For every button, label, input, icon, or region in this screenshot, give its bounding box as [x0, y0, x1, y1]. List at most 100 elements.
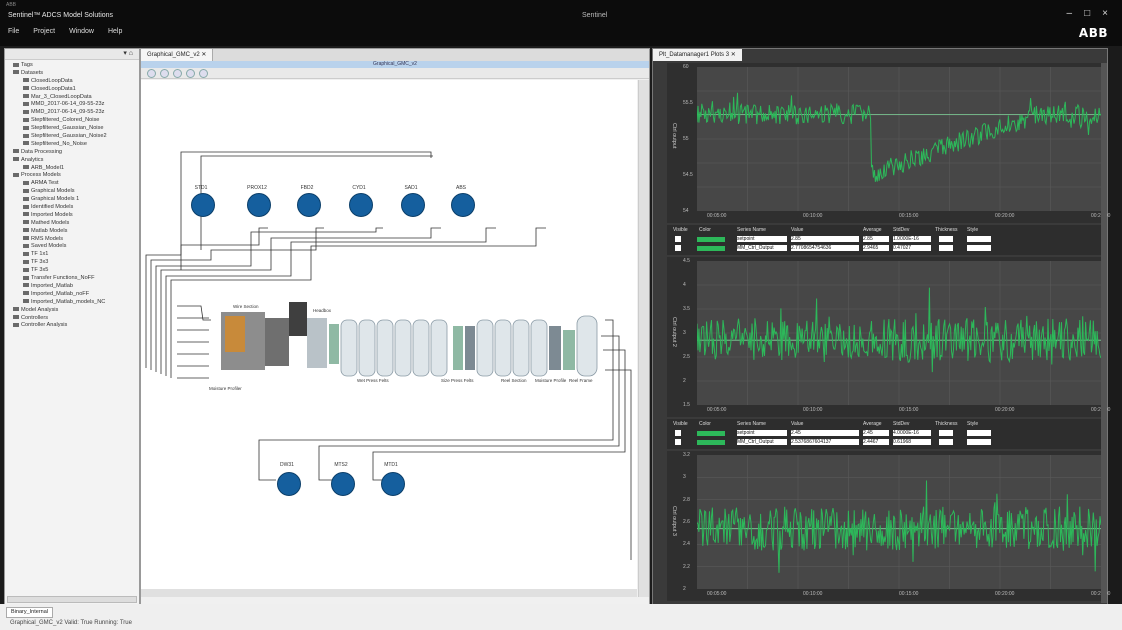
- menu-help[interactable]: Help: [108, 28, 122, 35]
- style-dropdown[interactable]: [967, 245, 991, 251]
- tree-item-label: Mathed Models: [31, 219, 70, 226]
- tree-item[interactable]: RMS Models: [7, 236, 139, 244]
- node-cyd1[interactable]: [349, 193, 373, 217]
- minimize-button[interactable]: –: [1067, 8, 1073, 19]
- folder-icon: [23, 212, 29, 217]
- tree-item[interactable]: Imported_Matlab_models_NC: [7, 299, 139, 307]
- tab-binary-internal[interactable]: Binary_Internal: [6, 607, 53, 618]
- plot-area[interactable]: [697, 67, 1101, 211]
- plots-scrollbar[interactable]: [1101, 63, 1107, 603]
- thickness-stepper[interactable]: [939, 430, 953, 436]
- tree-item[interactable]: Data Processing: [7, 149, 139, 157]
- tree-item[interactable]: Stepfiltered_Gaussian_Noise2: [7, 133, 139, 141]
- color-swatch[interactable]: [697, 431, 725, 436]
- tree-item[interactable]: Imported_Matlab_noFF: [7, 291, 139, 299]
- style-dropdown[interactable]: [967, 430, 991, 436]
- node-abs[interactable]: [451, 193, 475, 217]
- tree-item[interactable]: Controller Analysis: [7, 322, 139, 330]
- folder-icon: [23, 291, 29, 296]
- node-dw31[interactable]: [277, 472, 301, 496]
- tree-item[interactable]: MMD_2017-06-14_09-55-23z: [7, 101, 139, 109]
- tree-item[interactable]: Tags: [7, 62, 139, 70]
- close-button[interactable]: ×: [1102, 8, 1108, 19]
- refresh-icon[interactable]: [186, 68, 195, 78]
- tree-item[interactable]: Mathed Models: [7, 220, 139, 228]
- plot-area[interactable]: [697, 261, 1101, 405]
- zoom-in-icon[interactable]: [147, 68, 156, 78]
- color-swatch[interactable]: [697, 237, 725, 242]
- style-dropdown[interactable]: [967, 236, 991, 242]
- tree-item[interactable]: Stepfiltered_Gaussian_Noise: [7, 125, 139, 133]
- tree-item-label: Imported Models: [31, 211, 73, 218]
- tree-item-label: TF 1x1: [31, 251, 49, 258]
- node-prox12[interactable]: [247, 193, 271, 217]
- tree-item[interactable]: Model Analysis: [7, 307, 139, 315]
- thickness-stepper[interactable]: [939, 439, 953, 445]
- thickness-stepper[interactable]: [939, 236, 953, 242]
- tree-item[interactable]: Stepfiltered_No_Noise: [7, 141, 139, 149]
- node-std1[interactable]: [191, 193, 215, 217]
- tree-item[interactable]: Saved Models: [7, 243, 139, 251]
- process-label: Moisture Profile: [535, 378, 567, 383]
- canvas-vscrollbar[interactable]: [638, 80, 649, 597]
- folder-icon: [23, 196, 29, 201]
- visible-checkbox[interactable]: [675, 439, 681, 445]
- tree-item-label: Tags: [21, 62, 33, 68]
- menu-project[interactable]: Project: [33, 28, 55, 35]
- legend-cell: 2.9465: [863, 245, 889, 251]
- explorer-scrollbar[interactable]: [7, 596, 137, 603]
- explorer-header-icons[interactable]: ▾ ⌂: [123, 49, 133, 57]
- visible-checkbox[interactable]: [675, 430, 681, 436]
- tree-item[interactable]: Graphical Models 1: [7, 196, 139, 204]
- node-sad1[interactable]: [401, 193, 425, 217]
- tree-item[interactable]: MMD_2017-06-14_09-55-23z: [7, 109, 139, 117]
- tree-item[interactable]: Matlab Models: [7, 228, 139, 236]
- settings-icon[interactable]: [199, 68, 208, 78]
- tree-item[interactable]: Stepfiltered_Colored_Noise: [7, 117, 139, 125]
- tree-item[interactable]: TF 3x3: [7, 259, 139, 267]
- tab-plots[interactable]: Plt_Datamanager1 Plots 3 ✕: [653, 49, 742, 61]
- legend-cell: 2.45: [863, 430, 889, 436]
- tree-item[interactable]: ClosedLoopData: [7, 78, 139, 86]
- tree-item[interactable]: Datasets: [7, 70, 139, 78]
- tree-item[interactable]: Graphical Models: [7, 188, 139, 196]
- tree-item[interactable]: TF 1x1: [7, 251, 139, 259]
- node-mtd1[interactable]: [381, 472, 405, 496]
- fit-icon[interactable]: [173, 68, 182, 78]
- tree-item[interactable]: Analytics: [7, 157, 139, 165]
- tree-item[interactable]: ARMA Test: [7, 180, 139, 188]
- menu-window[interactable]: Window: [69, 28, 94, 35]
- zoom-out-icon[interactable]: [160, 68, 169, 78]
- tree-item[interactable]: ClosedLoopData1: [7, 86, 139, 94]
- visible-checkbox[interactable]: [675, 245, 681, 251]
- thickness-stepper[interactable]: [939, 245, 953, 251]
- tree-item-label: Graphical Models 1: [31, 196, 80, 203]
- tab-graphical-gmc[interactable]: Graphical_GMC_v2 ✕: [141, 49, 214, 61]
- tree-item[interactable]: Imported Models: [7, 212, 139, 220]
- diagram-canvas[interactable]: STD1 PROX12 FBD2 CYD1 SAD1 ABS DW31 MTS2…: [141, 80, 637, 597]
- menu-file[interactable]: File: [8, 28, 19, 35]
- tree-item[interactable]: Identified Models: [7, 204, 139, 212]
- node-mts2[interactable]: [331, 472, 355, 496]
- tree-item[interactable]: Controllers: [7, 315, 139, 323]
- process-label: Wire Section: [233, 304, 259, 309]
- tree-item[interactable]: Transfer Functions_NoFF: [7, 275, 139, 283]
- color-swatch[interactable]: [697, 246, 725, 251]
- tree-item[interactable]: ARB_Model1: [7, 165, 139, 173]
- plot-area[interactable]: [697, 455, 1101, 589]
- maximize-button[interactable]: □: [1084, 8, 1090, 19]
- y-tick-label: 2.4: [683, 541, 690, 548]
- folder-icon: [23, 283, 29, 288]
- folder-icon: [23, 94, 29, 99]
- style-dropdown[interactable]: [967, 439, 991, 445]
- canvas-hscrollbar[interactable]: [141, 589, 637, 597]
- tree-item[interactable]: TF 3x5: [7, 267, 139, 275]
- x-tick-label: 00:10:00: [803, 591, 823, 597]
- visible-checkbox[interactable]: [675, 236, 681, 242]
- node-fbd2[interactable]: [297, 193, 321, 217]
- tree-item[interactable]: Mar_3_ClosedLoopData: [7, 94, 139, 102]
- tree-item[interactable]: Imported_Matlab: [7, 283, 139, 291]
- tree-item[interactable]: Process Models: [7, 172, 139, 180]
- color-swatch[interactable]: [697, 440, 725, 445]
- x-tick-label: 00:15:00: [899, 591, 919, 597]
